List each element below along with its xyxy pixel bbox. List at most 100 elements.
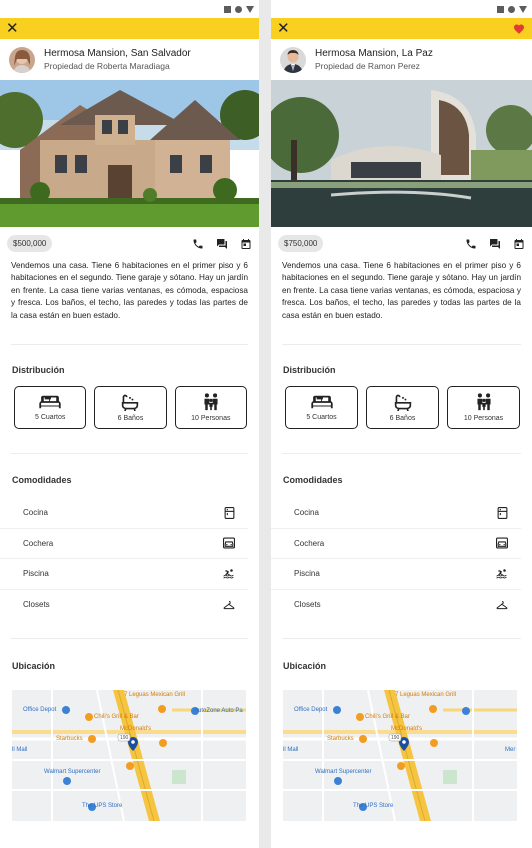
- status-bar: [271, 0, 532, 18]
- price-chip: $500,000: [7, 235, 53, 252]
- amenity-item: Piscina: [271, 559, 521, 590]
- listing-screen-2: ✕ Hermosa Mansion, La Paz Propiedad de R…: [271, 0, 532, 848]
- owner-avatar: [280, 46, 306, 73]
- amenity-item: Closets: [0, 590, 248, 621]
- location-map[interactable]: 7 Leguas Mexican Grill Office Depot Chil…: [283, 690, 517, 821]
- listing-title: Hermosa Mansion, La Paz: [315, 48, 433, 59]
- hanger-icon: [223, 599, 235, 611]
- amenity-label: Cocina: [23, 508, 48, 518]
- listing-owner: Propiedad de Roberta Maradiaga: [44, 61, 170, 71]
- price-chip: $750,000: [278, 235, 324, 252]
- people-icon: [476, 393, 491, 411]
- owner-avatar: [9, 46, 35, 73]
- home-icon: [508, 5, 515, 13]
- amenity-label: Piscina: [23, 569, 49, 579]
- listing-description: Vendemos una casa. Tiene 6 habitaciones …: [282, 261, 521, 320]
- distribution-row: 5 Cuartos 6 Baños 10 Personas: [271, 375, 532, 429]
- back-icon: [519, 5, 527, 13]
- distribution-card-people: 10 Personas: [174, 386, 247, 429]
- divider: [11, 344, 248, 345]
- people-icon: [204, 393, 218, 411]
- map-label: 190: [120, 735, 129, 741]
- map-label: Chili's Grill & Bar: [94, 714, 139, 720]
- divider: [282, 453, 521, 454]
- price-bar: $750,000: [271, 227, 532, 260]
- map-label: McDonald's: [120, 726, 152, 732]
- favorite-icon[interactable]: [239, 22, 253, 36]
- calendar-icon[interactable]: [240, 238, 252, 250]
- amenity-label: Cochera: [294, 538, 325, 548]
- map-label: Office Depot: [23, 707, 57, 713]
- amenity-item: Cocina: [0, 498, 248, 529]
- map-label: McDonald's: [391, 726, 423, 732]
- price-bar: $500,000: [0, 227, 259, 260]
- amenity-item: Cochera: [271, 529, 521, 559]
- bathtub-icon: [122, 394, 139, 411]
- pool-icon: [496, 568, 508, 580]
- distribution-card-rooms: 5 Cuartos: [285, 386, 358, 429]
- pool-icon: [223, 568, 235, 580]
- listing-header: Hermosa Mansion, San Salvador Propiedad …: [0, 39, 259, 80]
- distribution-label: 10 Personas: [191, 415, 231, 422]
- map-label: Starbucks: [327, 736, 354, 742]
- map-label: Walmart Supercenter: [44, 769, 101, 775]
- map-label: AutoZone Auto Pa: [194, 708, 243, 714]
- bed-icon: [39, 395, 61, 409]
- distribution-card-people: 10 Personas: [447, 386, 520, 429]
- listing-owner: Propiedad de Ramon Perez: [315, 61, 420, 71]
- amenities-list: Cocina Cochera Piscina Closets: [271, 498, 532, 620]
- map-label: Chili's Grill & Bar: [365, 714, 410, 720]
- recent-apps-icon: [224, 5, 231, 13]
- map-label: ll Mall: [283, 747, 299, 753]
- map-label: Mer: [505, 747, 516, 753]
- amenity-label: Cochera: [23, 538, 54, 548]
- distribution-label: 5 Cuartos: [306, 414, 337, 421]
- back-icon: [246, 5, 254, 13]
- calendar-icon[interactable]: [513, 238, 525, 250]
- property-photo: [271, 80, 532, 227]
- distribution-label: 5 Cuartos: [34, 414, 66, 421]
- distribution-row: 5 Cuartos 6 Baños 10 Personas: [0, 375, 259, 429]
- distribution-card-rooms: 5 Cuartos: [14, 386, 87, 429]
- location-title: Ubicación: [12, 661, 56, 671]
- garage-icon: [223, 537, 235, 549]
- close-icon[interactable]: ✕: [6, 21, 19, 36]
- favorite-heart-icon[interactable]: [512, 22, 526, 36]
- amenity-item: Cochera: [0, 529, 248, 559]
- garage-icon: [496, 537, 508, 549]
- chat-icon[interactable]: [489, 238, 501, 250]
- map-label: The UPS Store: [82, 803, 123, 809]
- divider: [282, 638, 521, 639]
- bed-icon: [310, 395, 333, 409]
- amenity-item: Closets: [271, 590, 521, 621]
- distribution-card-baths: 6 Baños: [94, 386, 167, 429]
- amenities-list: Cocina Cochera Piscina Closets: [0, 498, 259, 620]
- map-label: Office Depot: [294, 707, 328, 713]
- phone-icon[interactable]: [465, 238, 477, 250]
- property-photo: [0, 80, 259, 227]
- listing-description: Vendemos una casa. Tiene 6 habitaciones …: [11, 261, 248, 320]
- divider: [11, 453, 248, 454]
- distribution-label: 6 Baños: [117, 415, 144, 422]
- amenities-title: Comodidades: [12, 475, 72, 485]
- app-bar: ✕: [0, 18, 259, 39]
- home-icon: [235, 5, 242, 13]
- chat-icon[interactable]: [216, 238, 228, 250]
- map-label: ll Mall: [12, 747, 28, 753]
- status-bar: [0, 0, 259, 18]
- map-label: 7 Leguas Mexican Grill: [124, 692, 186, 698]
- divider: [11, 638, 248, 639]
- amenity-label: Cocina: [294, 508, 319, 518]
- kitchen-icon: [496, 506, 508, 519]
- amenities-title: Comodidades: [283, 475, 343, 485]
- amenity-label: Closets: [294, 600, 321, 610]
- divider: [282, 344, 521, 345]
- phone-icon[interactable]: [192, 238, 204, 250]
- close-icon[interactable]: ✕: [277, 21, 290, 36]
- location-title: Ubicación: [283, 661, 327, 671]
- recent-apps-icon: [497, 5, 504, 13]
- location-map[interactable]: 7 Leguas Mexican Grill Office Depot Chil…: [12, 690, 246, 821]
- listing-header: Hermosa Mansion, La Paz Propiedad de Ram…: [271, 39, 532, 80]
- map-label: 7 Leguas Mexican Grill: [395, 692, 457, 698]
- map-label: 190: [391, 735, 400, 741]
